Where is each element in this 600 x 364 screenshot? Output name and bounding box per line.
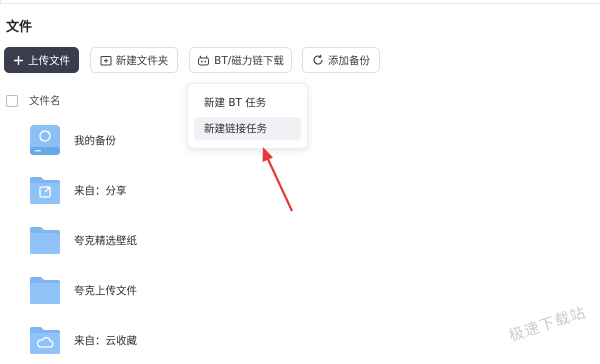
- folder-icon: [28, 223, 62, 257]
- menu-item-new-link-task[interactable]: 新建链接任务: [194, 117, 301, 140]
- folder-icon: [28, 273, 62, 307]
- list-item[interactable]: 我的备份: [28, 123, 116, 157]
- top-frame-border: [0, 0, 600, 4]
- list-item[interactable]: 来自：云收藏: [28, 323, 137, 357]
- upload-button-label: 上传文件: [28, 54, 70, 67]
- list-item-name: 来自：云收藏: [74, 334, 137, 347]
- list-item[interactable]: 来自：分享: [28, 173, 127, 207]
- list-item-name: 我的备份: [74, 134, 116, 147]
- list-item-name: 夸克精选壁纸: [74, 234, 137, 247]
- plus-icon: [13, 55, 24, 66]
- file-list-header: 文件名: [6, 93, 61, 108]
- select-all-checkbox[interactable]: [6, 94, 18, 107]
- download-robot-icon: [197, 55, 210, 66]
- bt-magnet-download-button-label: BT/磁力链下载: [214, 54, 284, 67]
- list-item[interactable]: 夸克精选壁纸: [28, 223, 137, 257]
- backup-drive-icon: [28, 123, 62, 157]
- page-title: 文件: [6, 20, 33, 35]
- new-folder-icon: [100, 55, 112, 66]
- filename-column-header: 文件名: [29, 95, 61, 107]
- list-item-name: 来自：分享: [74, 184, 127, 197]
- new-folder-button[interactable]: 新建文件夹: [90, 47, 178, 73]
- add-backup-button-label: 添加备份: [328, 54, 370, 67]
- cloud-folder-icon: [28, 323, 62, 357]
- shared-folder-icon: [28, 173, 62, 207]
- menu-item-new-bt-task[interactable]: 新建 BT 任务: [194, 91, 301, 114]
- sync-icon: [312, 54, 324, 66]
- list-item[interactable]: 夸克上传文件: [28, 273, 137, 307]
- watermark: 极速下载站: [506, 303, 589, 346]
- new-folder-button-label: 新建文件夹: [115, 54, 169, 67]
- bt-magnet-download-button[interactable]: BT/磁力链下载: [189, 47, 292, 73]
- upload-button[interactable]: 上传文件: [4, 47, 79, 73]
- list-item-name: 夸克上传文件: [74, 284, 137, 297]
- add-backup-button[interactable]: 添加备份: [302, 47, 380, 73]
- bt-download-dropdown-menu: 新建 BT 任务 新建链接任务: [187, 83, 308, 149]
